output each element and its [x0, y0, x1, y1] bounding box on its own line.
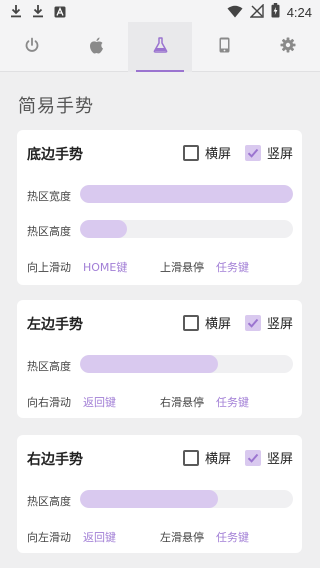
portrait-label: 竖屏	[267, 147, 294, 162]
card-left-gesture: 左边手势 横屏 竖屏 热区高度 向右滑动 返回键 右滑悬停 任务键	[17, 300, 302, 418]
landscape-checkbox[interactable]: 横屏	[183, 143, 231, 162]
no-signal-icon	[248, 3, 264, 22]
card-right-gesture: 右边手势 横屏 竖屏 热区高度 向左滑动 返回键 左滑悬停 任务键	[17, 435, 302, 553]
checkbox-unchecked-icon	[183, 314, 199, 331]
status-bar: 4:24	[0, 0, 320, 22]
checkbox-unchecked-icon	[183, 144, 199, 161]
app-badge-icon	[54, 3, 66, 22]
portrait-label: 竖屏	[267, 452, 294, 467]
checkbox-unchecked-icon	[183, 449, 199, 466]
swipe-action-value[interactable]: 返回键	[83, 529, 160, 545]
download-icon	[32, 3, 44, 22]
status-bar-right: 4:24	[227, 3, 312, 22]
hover-label: 左滑悬停	[160, 531, 204, 544]
action-row: 向右滑动 返回键 右滑悬停 任务键	[27, 394, 292, 410]
portrait-checkbox[interactable]: 竖屏	[245, 143, 293, 162]
swipe-label: 向右滑动	[27, 396, 71, 409]
hotzone-width-slider[interactable]	[80, 185, 293, 203]
checkbox-checked-icon	[245, 449, 261, 466]
top-tab-bar	[0, 22, 320, 72]
hotzone-width-label: 热区宽度	[27, 190, 71, 203]
hotzone-height-fill	[80, 490, 219, 508]
hotzone-height-label: 热区高度	[27, 495, 71, 508]
portrait-checkbox[interactable]: 竖屏	[245, 313, 293, 332]
card-title: 右边手势	[27, 452, 83, 468]
hotzone-height-label: 热区高度	[27, 225, 71, 238]
landscape-checkbox[interactable]: 横屏	[183, 448, 231, 467]
portrait-label: 竖屏	[267, 317, 294, 332]
power-icon	[24, 37, 40, 57]
landscape-label: 横屏	[205, 452, 232, 467]
swipe-action-value[interactable]: HOME键	[83, 259, 160, 275]
hotzone-height-slider[interactable]	[80, 355, 293, 373]
card-title: 底边手势	[27, 147, 83, 163]
status-bar-left	[10, 3, 66, 22]
hover-label: 右滑悬停	[160, 396, 204, 409]
card-title: 左边手势	[27, 317, 83, 333]
checkbox-checked-icon	[245, 314, 261, 331]
phone-icon	[219, 37, 230, 57]
checkbox-checked-icon	[245, 144, 261, 161]
status-time: 4:24	[286, 5, 312, 20]
swipe-label: 向左滑动	[27, 531, 71, 544]
tab-flask[interactable]	[128, 22, 192, 72]
landscape-label: 横屏	[205, 317, 232, 332]
hotzone-height-slider[interactable]	[80, 220, 293, 238]
tab-phone[interactable]	[192, 22, 256, 72]
apple-icon	[89, 37, 104, 58]
wifi-icon	[227, 3, 243, 22]
hotzone-width-fill	[80, 185, 293, 203]
swipe-action-value[interactable]: 返回键	[83, 394, 160, 410]
hotzone-height-label: 热区高度	[27, 360, 71, 373]
hover-action-value[interactable]: 任务键	[216, 259, 249, 275]
portrait-checkbox[interactable]: 竖屏	[245, 448, 293, 467]
hover-action-value[interactable]: 任务键	[216, 529, 249, 545]
hover-action-value[interactable]: 任务键	[216, 394, 249, 410]
hotzone-height-fill	[80, 355, 219, 373]
flask-icon	[153, 37, 168, 57]
gear-icon	[280, 37, 296, 57]
section-title: 简易手势	[18, 96, 94, 117]
swipe-label: 向上滑动	[27, 261, 71, 274]
hover-label: 上滑悬停	[160, 261, 204, 274]
tab-power[interactable]	[0, 22, 64, 72]
battery-charging-icon	[271, 3, 280, 22]
action-row: 向上滑动 HOME键 上滑悬停 任务键	[27, 259, 292, 275]
landscape-label: 横屏	[205, 147, 232, 162]
tab-apple[interactable]	[64, 22, 128, 72]
hotzone-height-fill	[80, 220, 127, 238]
download-icon	[10, 3, 22, 22]
tab-settings[interactable]	[256, 22, 320, 72]
hotzone-height-slider[interactable]	[80, 490, 293, 508]
card-bottom-gesture: 底边手势 横屏 竖屏 热区宽度 热区高度 向上滑动 HOME键 上滑悬停 任务键	[17, 130, 302, 285]
landscape-checkbox[interactable]: 横屏	[183, 313, 231, 332]
action-row: 向左滑动 返回键 左滑悬停 任务键	[27, 529, 292, 545]
active-tab-indicator	[136, 70, 184, 72]
